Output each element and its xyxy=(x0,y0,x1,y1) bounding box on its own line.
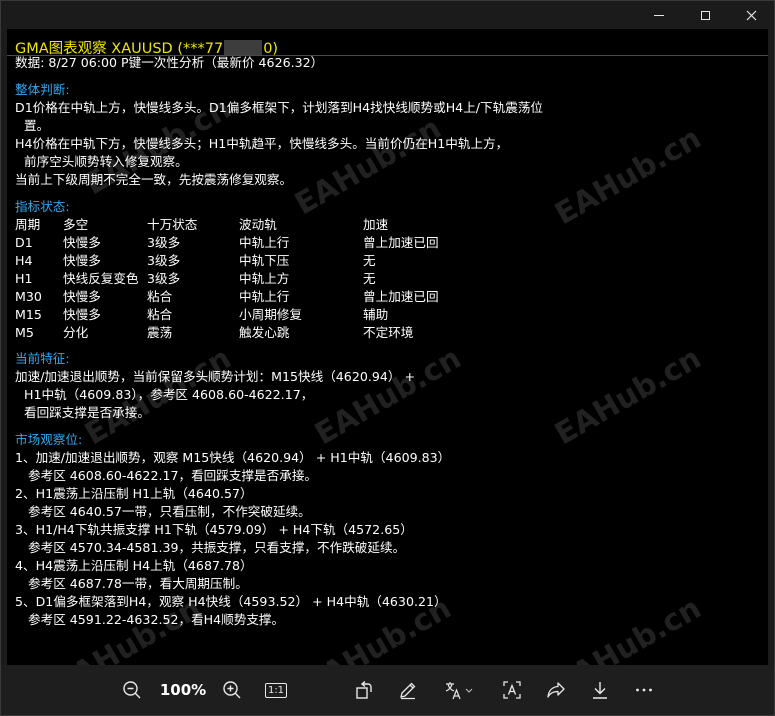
feature-heading: 当前特征: xyxy=(15,351,70,366)
zoom-in-button[interactable] xyxy=(215,675,249,705)
table-cell: M15 xyxy=(15,307,42,322)
share-button[interactable] xyxy=(539,675,573,705)
more-icon xyxy=(636,688,652,692)
market-line: 5、D1偏多框架落到H4，观察 H4快线（4593.52） + H4中轨（463… xyxy=(15,594,447,609)
table-cell: 小周期修复 xyxy=(239,307,302,322)
minimize-button[interactable] xyxy=(636,1,682,29)
table-cell: 不定环境 xyxy=(363,325,414,340)
table-cell: M30 xyxy=(15,289,42,304)
minimize-icon xyxy=(654,14,664,16)
table-cell: 中轨上方 xyxy=(239,271,290,286)
table-cell: 快慢多 xyxy=(63,253,101,268)
more-button[interactable] xyxy=(627,675,661,705)
table-cell: 曾上加速已回 xyxy=(363,235,439,250)
rotate-icon xyxy=(356,680,372,699)
maximize-icon xyxy=(700,10,710,20)
zoom-in-icon xyxy=(223,681,241,699)
viewer-window: EAHub.cn EAHub.cn EAHub.cn EAHub.cn EAHu… xyxy=(0,0,775,716)
text-select-icon xyxy=(503,681,521,699)
table-header: 周期 xyxy=(15,217,41,232)
data-line: 数据: 8/27 06:00 P键一次性分析（最新价 4626.32） xyxy=(15,55,324,70)
table-cell: 震荡 xyxy=(147,325,173,340)
bottom-toolbar: 100% 1:1 xyxy=(1,665,774,715)
table-cell: 曾上加速已回 xyxy=(363,289,439,304)
market-line: 3、H1/H4下轨共振支撑 H1下轨（4579.09） + H4下轨（4572.… xyxy=(15,522,413,537)
table-header: 加速 xyxy=(363,217,389,232)
watermark: EAHub.cn xyxy=(549,340,708,453)
translate-button[interactable] xyxy=(435,675,483,705)
text-select-button[interactable] xyxy=(495,675,529,705)
table-cell: 3级多 xyxy=(147,253,181,268)
market-line: 1、加速/加速退出顺势，观察 M15快线（4620.94） + H1中轨（460… xyxy=(15,450,451,465)
watermark: EAHub.cn xyxy=(309,340,468,453)
table-cell: 分化 xyxy=(63,325,89,340)
table-cell: 中轨下压 xyxy=(239,253,290,268)
rotate-button[interactable] xyxy=(347,675,381,705)
table-cell: M5 xyxy=(15,325,34,340)
image-canvas: EAHub.cn EAHub.cn EAHub.cn EAHub.cn EAHu… xyxy=(7,29,768,667)
table-cell: 触发心跳 xyxy=(239,325,290,340)
title-bar xyxy=(1,1,774,29)
table-cell: 中轨上行 xyxy=(239,289,290,304)
overall-line: D1价格在中轨上方，快慢线多头。D1偏多框架下，计划落到H4找快线顺势或H4上/… xyxy=(15,100,544,115)
table-cell: 中轨上行 xyxy=(239,235,290,250)
zoom-out-icon xyxy=(123,681,141,699)
table-cell: 快慢多 xyxy=(63,235,101,250)
table-header: 十万状态 xyxy=(147,217,198,232)
table-cell: 粘合 xyxy=(147,289,173,304)
zoom-out-button[interactable] xyxy=(115,675,149,705)
watermark: EAHub.cn xyxy=(549,120,708,233)
download-button[interactable] xyxy=(583,675,617,705)
table-cell: 辅助 xyxy=(363,307,389,322)
redacted-patch xyxy=(224,40,263,55)
download-icon xyxy=(593,682,607,699)
table-cell: 快慢多 xyxy=(63,307,101,322)
overall-line: 当前上下级周期不完全一致，先按震荡修复观察。 xyxy=(15,172,293,187)
feature-line: 看回踩支撑是否承接。 xyxy=(24,405,150,420)
market-line: 参考区 4570.34-4581.39，共振支撑，只看支撑，不作跌破延续。 xyxy=(28,540,406,555)
table-cell: 3级多 xyxy=(147,235,181,250)
table-header: 波动轨 xyxy=(239,217,277,232)
translate-icon xyxy=(445,682,473,700)
market-line: 参考区 4608.60-4622.17，看回踩支撑是否承接。 xyxy=(28,468,318,483)
watermark: EAHub.cn xyxy=(549,590,708,667)
table-cell: 无 xyxy=(363,253,376,268)
overall-line: 置。 xyxy=(24,118,50,133)
maximize-button[interactable] xyxy=(682,1,728,29)
market-line: 2、H1震荡上沿压制 H1上轨（4640.57） xyxy=(15,486,253,501)
pen-icon xyxy=(400,682,416,700)
table-cell: D1 xyxy=(15,235,33,250)
close-icon xyxy=(746,10,756,20)
indicator-heading: 指标状态: xyxy=(15,199,70,214)
window-controls xyxy=(636,1,774,29)
feature-line: H1中轨（4609.83），参考区 4608.60-4622.17， xyxy=(24,387,314,402)
watermark: EAHub.cn xyxy=(289,110,448,223)
table-cell: H1 xyxy=(15,271,33,286)
table-cell: 3级多 xyxy=(147,271,181,286)
overall-heading: 整体判断: xyxy=(15,82,70,97)
table-header: 多空 xyxy=(63,217,89,232)
market-line: 参考区 4640.57一带，只看压制，不作突破延续。 xyxy=(28,504,311,519)
actual-size-label: 1:1 xyxy=(264,682,288,698)
share-icon xyxy=(547,682,565,698)
market-line: 4、H4震荡上沿压制 H4上轨（4687.78） xyxy=(15,558,253,573)
zoom-level[interactable]: 100% xyxy=(155,675,211,705)
feature-line: 加速/加速退出顺势，当前保留多头顺势计划：M15快线（4620.94） + xyxy=(15,369,416,384)
table-cell: 无 xyxy=(363,271,376,286)
table-cell: 粘合 xyxy=(147,307,173,322)
overall-line: H4价格在中轨下方，快慢线多头；H1中轨趋平，快慢线多头。当前价仍在H1中轨上方… xyxy=(15,136,509,151)
draw-button[interactable] xyxy=(391,675,425,705)
table-cell: 快慢多 xyxy=(63,289,101,304)
market-line: 参考区 4591.22-4632.52，看H4顺势支撑。 xyxy=(28,612,285,627)
market-line: 参考区 4687.78一带，看大周期压制。 xyxy=(28,576,248,591)
table-cell: H4 xyxy=(15,253,33,268)
actual-size-button[interactable]: 1:1 xyxy=(259,675,293,705)
table-cell: 快线反复变色 xyxy=(63,271,139,286)
overall-line: 前序空头顺势转入修复观察。 xyxy=(24,154,188,169)
market-heading: 市场观察位: xyxy=(15,432,83,447)
close-button[interactable] xyxy=(728,1,774,29)
